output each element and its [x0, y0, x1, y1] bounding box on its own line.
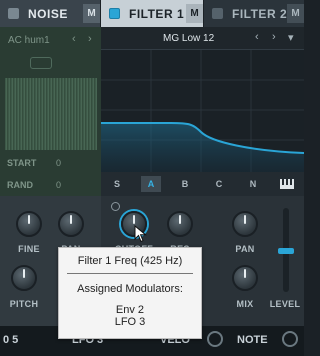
mod-tab-env-label: 0 5 [3, 334, 19, 346]
mix-knob[interactable] [232, 265, 258, 291]
filter-type-b[interactable]: B [175, 176, 195, 192]
noise-prev-arrow[interactable]: ‹ [72, 33, 76, 45]
mix-label: MIX [236, 299, 254, 309]
filter-2-mod-button[interactable]: M [287, 4, 304, 23]
tab-filter-1-label: FILTER 1 [129, 6, 185, 21]
filter-pan-label: PAN [235, 244, 255, 254]
noise-random-icon[interactable] [30, 57, 52, 69]
filter-type-bar [101, 172, 304, 196]
mod-tab-env[interactable]: 0 5 [3, 328, 18, 352]
noise-next-arrow[interactable]: › [88, 33, 92, 45]
keyboard-tracking-icon[interactable] [277, 176, 297, 192]
filter-type-n[interactable]: N [243, 176, 263, 192]
resonance-knob[interactable] [167, 211, 193, 237]
filter-preset-name[interactable]: MG Low 12 [163, 33, 214, 44]
filter-next-arrow[interactable]: › [272, 31, 276, 43]
pitch-label: PITCH [9, 299, 39, 309]
filter-1-power-toggle[interactable] [109, 8, 120, 19]
noise-start-label: START [7, 158, 37, 168]
filter-prev-arrow[interactable]: ‹ [255, 31, 259, 43]
level-label: LEVEL [269, 299, 301, 309]
filter-1-mod-button[interactable]: M [186, 4, 203, 23]
tooltip-title: Filter 1 Freq (425 Hz) [77, 255, 183, 267]
tab-filter-2[interactable]: FILTER 2 M [204, 0, 304, 27]
filter-type-c[interactable]: C [209, 176, 229, 192]
noise-waveform [5, 78, 97, 150]
parameter-tooltip: Filter 1 Freq (425 Hz) Assigned Modulato… [58, 247, 202, 339]
mouse-pointer-icon [134, 225, 147, 243]
noise-mod-button[interactable]: M [83, 4, 100, 23]
tooltip-modulator: Env 2 [115, 304, 145, 316]
tab-noise[interactable]: NOISE M [0, 0, 100, 27]
tab-filter-2-label: FILTER 2 [232, 6, 288, 21]
fine-label: FINE [18, 244, 40, 254]
pitch-knob[interactable] [11, 265, 37, 291]
filter-type-s[interactable]: S [107, 176, 127, 192]
velo-drag-icon[interactable] [207, 331, 223, 347]
piano-keys-icon [280, 179, 294, 189]
filter-type-a[interactable]: A [141, 176, 161, 192]
level-slider-handle[interactable] [278, 248, 294, 254]
fine-knob[interactable] [16, 211, 42, 237]
noise-sample-name[interactable]: AC hum1 [8, 35, 50, 46]
tooltip-modulator: LFO 3 [114, 316, 146, 328]
filter-response-graph[interactable] [101, 50, 304, 172]
noise-rand-label: RAND [7, 180, 33, 190]
tab-noise-label: NOISE [28, 6, 68, 21]
cutoff-mod-indicator-icon[interactable] [111, 202, 120, 211]
note-drag-icon[interactable] [282, 331, 298, 347]
tab-filter-1[interactable]: FILTER 1 M [101, 0, 203, 27]
noise-rand-value[interactable]: 0 [56, 180, 61, 190]
mod-tab-note-label: NOTE [237, 334, 268, 346]
tooltip-heading: Assigned Modulators: [77, 283, 183, 295]
noise-power-toggle[interactable] [8, 8, 19, 19]
noise-start-value[interactable]: 0 [56, 158, 61, 168]
mod-tab-note[interactable]: NOTE [237, 328, 268, 352]
filter-2-power-toggle[interactable] [212, 8, 223, 19]
noise-pan-knob[interactable] [58, 211, 84, 237]
tooltip-divider [67, 273, 193, 274]
filter-menu-icon[interactable]: ▾ [288, 31, 294, 44]
filter-pan-knob[interactable] [232, 211, 258, 237]
